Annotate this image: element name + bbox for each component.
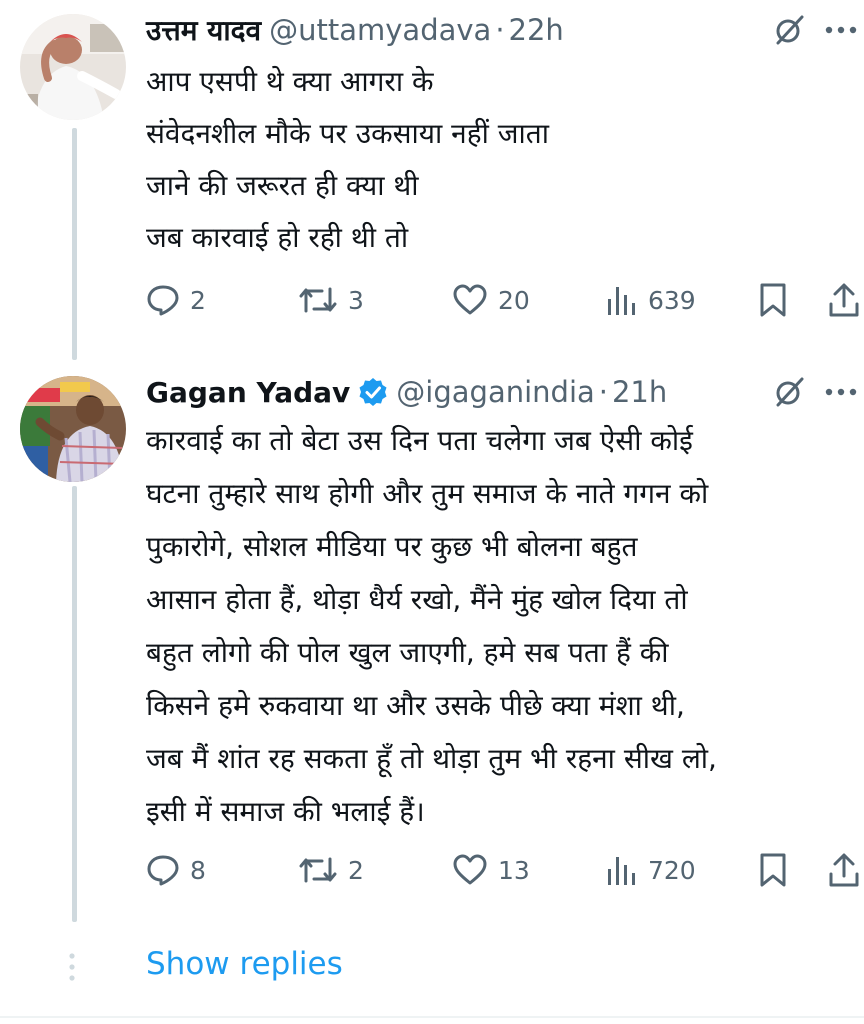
grok-icon[interactable] <box>772 375 806 409</box>
show-replies-link[interactable]: Show replies <box>146 946 343 982</box>
author-handle[interactable]: @igaganindia <box>396 375 594 409</box>
action-bar: 8 2 13 720 <box>146 848 864 892</box>
tweet-text-line: जब मैं शांत रह सकता हूँ तो थोड़ा तुम भी … <box>146 742 717 775</box>
repost-button[interactable]: 2 <box>298 848 364 892</box>
repost-icon <box>298 283 338 317</box>
views-icon <box>606 283 638 317</box>
dot-separator: · <box>598 375 608 409</box>
post-time[interactable]: 21h <box>612 375 667 409</box>
views-count: 639 <box>648 285 696 315</box>
share-icon <box>828 852 860 888</box>
share-button[interactable] <box>828 848 860 892</box>
reply-button[interactable]: 2 <box>146 278 206 322</box>
reply-count: 2 <box>190 285 206 315</box>
share-button[interactable] <box>828 278 860 322</box>
thread-line-bottom <box>72 486 77 922</box>
author-handle[interactable]: @uttamyadava <box>269 13 491 47</box>
tweet-text-line: पुकारोगे, सोशल मीडिया पर कुछ भी बोलना बह… <box>146 530 638 563</box>
like-count: 13 <box>498 855 530 885</box>
thread-continuation-dots-icon <box>67 952 77 982</box>
tweet-text-line: संवेदनशील मौके पर उकसाया नहीं जाता <box>146 117 549 150</box>
tweet-text-line: इसी में समाज की भलाई हैं। <box>146 795 425 828</box>
repost-count: 2 <box>348 855 364 885</box>
tweet-text-line: जाने की जरूरत ही क्या थी <box>146 169 419 202</box>
reply-button[interactable]: 8 <box>146 848 206 892</box>
views-button[interactable]: 720 <box>606 848 696 892</box>
reply-icon <box>146 853 180 887</box>
like-icon <box>452 283 488 317</box>
like-icon <box>452 853 488 887</box>
more-icon[interactable] <box>824 13 858 47</box>
tweet-text-line: किसने हमे रुकवाया था और उसके पीछे क्या म… <box>146 689 685 722</box>
tweet-text-line: आप एसपी थे क्या आगरा के <box>146 65 434 98</box>
dot-separator: · <box>495 13 505 47</box>
views-count: 720 <box>648 855 696 885</box>
more-icon[interactable] <box>824 375 858 409</box>
bookmark-icon <box>758 282 788 318</box>
post-time[interactable]: 22h <box>509 13 564 47</box>
reply-icon <box>146 283 180 317</box>
verified-badge-icon <box>358 377 388 407</box>
tweet-text: आप एसपी थे क्या आगरा के संवेदनशील मौके प… <box>146 56 844 264</box>
reply-count: 8 <box>190 855 206 885</box>
grok-icon[interactable] <box>772 13 806 47</box>
bookmark-button[interactable] <box>758 848 788 892</box>
bookmark-icon <box>758 852 788 888</box>
repost-icon <box>298 853 338 887</box>
bookmark-button[interactable] <box>758 278 788 322</box>
thread-line-top <box>72 128 77 360</box>
avatar[interactable] <box>20 14 126 120</box>
tweet-header: Gagan Yadav @igaganindia · 21h <box>146 372 864 412</box>
share-icon <box>828 282 860 318</box>
avatar[interactable] <box>20 376 126 482</box>
tweet-text-line: कारवाई का तो बेटा उस दिन पता चलेगा जब ऐस… <box>146 424 693 457</box>
tweet-text-line: जब कारवाई हो रही थी तो <box>146 221 409 254</box>
tweet-text-line: बहुत लोगो की पोल खुल जाएगी, हमे सब पता ह… <box>146 636 669 669</box>
like-count: 20 <box>498 285 530 315</box>
like-button[interactable]: 13 <box>452 848 530 892</box>
author-name[interactable]: Gagan Yadav <box>146 376 350 409</box>
tweet-text: कारवाई का तो बेटा उस दिन पता चलेगा जब ऐस… <box>146 414 844 838</box>
repost-count: 3 <box>348 285 364 315</box>
tweet-text-line: आसान होता हैं, थोड़ा धैर्य रखो, मैंने मु… <box>146 583 688 616</box>
repost-button[interactable]: 3 <box>298 278 364 322</box>
tweet-header: उत्तम यादव @uttamyadava · 22h <box>146 10 864 50</box>
author-name[interactable]: उत्तम यादव <box>146 11 261 49</box>
tweet-text-line: घटना तुम्हारे साथ होगी और तुम समाज के ना… <box>146 477 709 510</box>
views-icon <box>606 853 638 887</box>
action-bar: 2 3 20 639 <box>146 278 864 322</box>
divider <box>0 1016 864 1018</box>
views-button[interactable]: 639 <box>606 278 696 322</box>
like-button[interactable]: 20 <box>452 278 530 322</box>
